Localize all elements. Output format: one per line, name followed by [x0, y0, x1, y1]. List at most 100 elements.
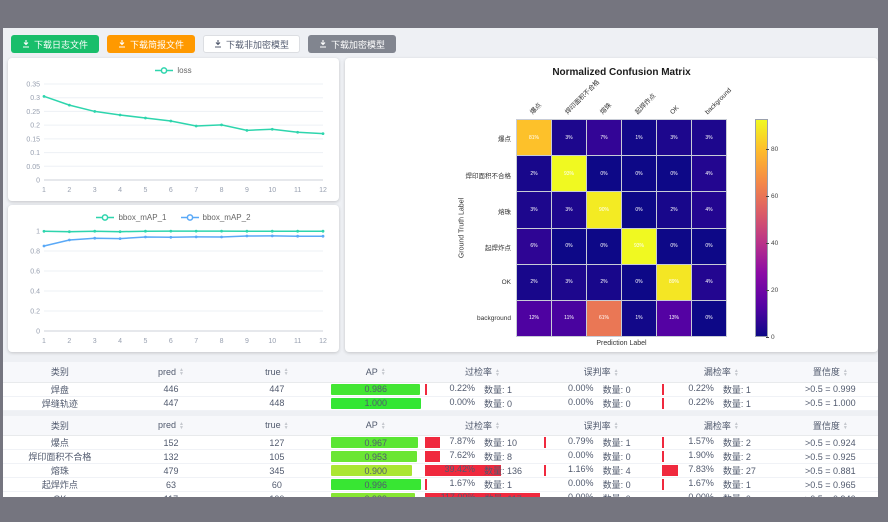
window-frame: 下载日志文件 下载简报文件 下载非加密模型 下载加密模型 loss 0 0.05 0… [0, 0, 888, 522]
column-header-类别: 类别 [3, 416, 117, 436]
cell-miss-detection: 7.83%数量: 27 [660, 464, 783, 478]
cell-misjudge: 0.00%数量: 0 [542, 396, 660, 410]
cell-over-detection: 7.62%数量: 8 [423, 450, 542, 464]
sort-icon[interactable]: ▲▼ [381, 422, 386, 430]
svg-text:0.8: 0.8 [30, 249, 40, 256]
colorbar-tick: 0 [769, 334, 775, 341]
cell-confidence: >0.5 = 0.925 [783, 450, 878, 464]
cell-confidence: >0.5 = 1.000 [783, 396, 878, 410]
matrix-column-label: background [704, 87, 733, 116]
ap-value: 0.986 [331, 384, 422, 394]
matrix-cell: 0% [657, 229, 691, 264]
sort-icon[interactable]: ▲▼ [614, 369, 619, 377]
svg-text:0.05: 0.05 [26, 164, 40, 171]
matrix-cell: 0% [552, 229, 586, 264]
cell-pred: 446 [117, 382, 226, 396]
cell-true: 127 [225, 436, 328, 450]
svg-text:1: 1 [36, 229, 40, 236]
cell-ap: 1.000 [329, 396, 424, 410]
svg-text:0.4: 0.4 [30, 289, 40, 296]
svg-text:0.15: 0.15 [26, 136, 40, 143]
sort-icon[interactable]: ▲▼ [614, 422, 619, 430]
column-header-pred[interactable]: pred▲▼ [117, 416, 226, 436]
column-header-过检率[interactable]: 过检率▲▼ [423, 362, 542, 382]
svg-text:3: 3 [93, 338, 97, 345]
cell-misjudge: 0.00%数量: 0 [542, 450, 660, 464]
download-log-button[interactable]: 下载日志文件 [11, 35, 99, 53]
ap-value: 1.000 [331, 398, 422, 408]
legend-item-bbox_mAP_1[interactable]: bbox_mAP_1 [96, 213, 166, 222]
svg-text:1: 1 [42, 187, 46, 194]
cell-confidence: >0.5 = 0.999 [783, 382, 878, 396]
sort-icon[interactable]: ▲▼ [179, 422, 184, 430]
cell-ap: 0.900 [329, 464, 424, 478]
column-header-过检率[interactable]: 过检率▲▼ [423, 416, 542, 436]
column-header-true[interactable]: true▲▼ [225, 416, 328, 436]
column-header-置信度[interactable]: 置信度▲▼ [783, 416, 878, 436]
rate-text: 1.67%数量: 1 [425, 478, 540, 491]
matrix-row-label: 起焊炸点 [351, 242, 511, 252]
sort-icon[interactable]: ▲▼ [284, 422, 289, 430]
matrix-cell: 0% [692, 229, 726, 264]
cell-miss-detection: 1.90%数量: 2 [660, 450, 783, 464]
confusion-matrix-xlabel: Prediction Label [516, 340, 727, 347]
cell-pred: 117 [117, 492, 226, 498]
legend-item-bbox_mAP_2[interactable]: bbox_mAP_2 [181, 213, 251, 222]
column-header-AP[interactable]: AP▲▼ [329, 416, 424, 436]
sort-icon[interactable]: ▲▼ [495, 422, 500, 430]
matrix-row-label: background [351, 315, 511, 322]
sort-icon[interactable]: ▲▼ [284, 368, 289, 376]
svg-text:4: 4 [118, 338, 122, 345]
svg-text:0.6: 0.6 [30, 269, 40, 276]
sort-icon[interactable]: ▲▼ [843, 369, 848, 377]
confusion-matrix-grid: 81%3%7%1%3%3%2%93%0%0%0%4%3%3%90%0%2%4%6… [516, 119, 727, 337]
column-header-漏检率[interactable]: 漏检率▲▼ [660, 416, 783, 436]
sort-icon[interactable]: ▲▼ [381, 368, 386, 376]
sort-icon[interactable]: ▲▼ [734, 422, 739, 430]
cell-pred: 479 [117, 464, 226, 478]
download-encrypted-model-button[interactable]: 下载加密模型 [308, 35, 396, 53]
sort-icon[interactable]: ▲▼ [495, 369, 500, 377]
column-header-置信度[interactable]: 置信度▲▼ [783, 362, 878, 382]
svg-text:6: 6 [169, 187, 173, 194]
sort-icon[interactable]: ▲▼ [843, 422, 848, 430]
svg-text:0.2: 0.2 [30, 123, 40, 130]
svg-text:9: 9 [245, 338, 249, 345]
table-row: 起焊炸点63600.9961.67%数量: 10.00%数量: 01.67%数量… [3, 478, 878, 492]
matrix-cell: 93% [622, 229, 656, 264]
cell-miss-detection: 1.57%数量: 2 [660, 436, 783, 450]
svg-text:0: 0 [36, 178, 40, 185]
rate-text: 1.90%数量: 2 [662, 450, 781, 463]
legend-line-icon [96, 213, 114, 222]
toolbar: 下载日志文件 下载简报文件 下载非加密模型 下载加密模型 [11, 35, 396, 53]
matrix-cell: 3% [517, 192, 551, 227]
column-header-误判率[interactable]: 误判率▲▼ [542, 362, 660, 382]
metrics-table: 类别pred▲▼true▲▼AP▲▼过检率▲▼误判率▲▼漏检率▲▼置信度▲▼ 爆点… [3, 416, 878, 498]
loss-chart-plot: 00.050.10.150.20.250.30.3512345678910111… [14, 78, 333, 195]
download-unencrypted-model-button[interactable]: 下载非加密模型 [203, 35, 300, 53]
matrix-row-label: 爆点 [351, 133, 511, 143]
colorbar-tick: 80 [769, 146, 778, 153]
matrix-cell: 2% [657, 192, 691, 227]
cell-over-detection: 1.67%数量: 1 [423, 478, 542, 492]
sort-icon[interactable]: ▲▼ [734, 369, 739, 377]
download-report-button[interactable]: 下载简报文件 [107, 35, 195, 53]
column-header-漏检率[interactable]: 漏检率▲▼ [660, 362, 783, 382]
matrix-cell: 89% [657, 265, 691, 300]
column-header-AP[interactable]: AP▲▼ [329, 362, 424, 382]
matrix-cell: 0% [622, 156, 656, 191]
legend-item-loss[interactable]: loss [155, 66, 191, 75]
matrix-cell: 4% [692, 265, 726, 300]
rate-text: 117.00%数量: 117 [425, 492, 540, 497]
cell-class: 爆点 [3, 436, 117, 450]
column-header-误判率[interactable]: 误判率▲▼ [542, 416, 660, 436]
sort-icon[interactable]: ▲▼ [179, 368, 184, 376]
confusion-matrix-colorbar: 020406080 [755, 119, 768, 337]
cell-ap: 0.929 [329, 492, 424, 498]
column-header-true[interactable]: true▲▼ [225, 362, 328, 382]
matrix-cell: 6% [517, 229, 551, 264]
column-header-pred[interactable]: pred▲▼ [117, 362, 226, 382]
cell-class: 焊盘 [3, 382, 117, 396]
column-header-类别: 类别 [3, 362, 117, 382]
svg-text:1: 1 [42, 338, 46, 345]
